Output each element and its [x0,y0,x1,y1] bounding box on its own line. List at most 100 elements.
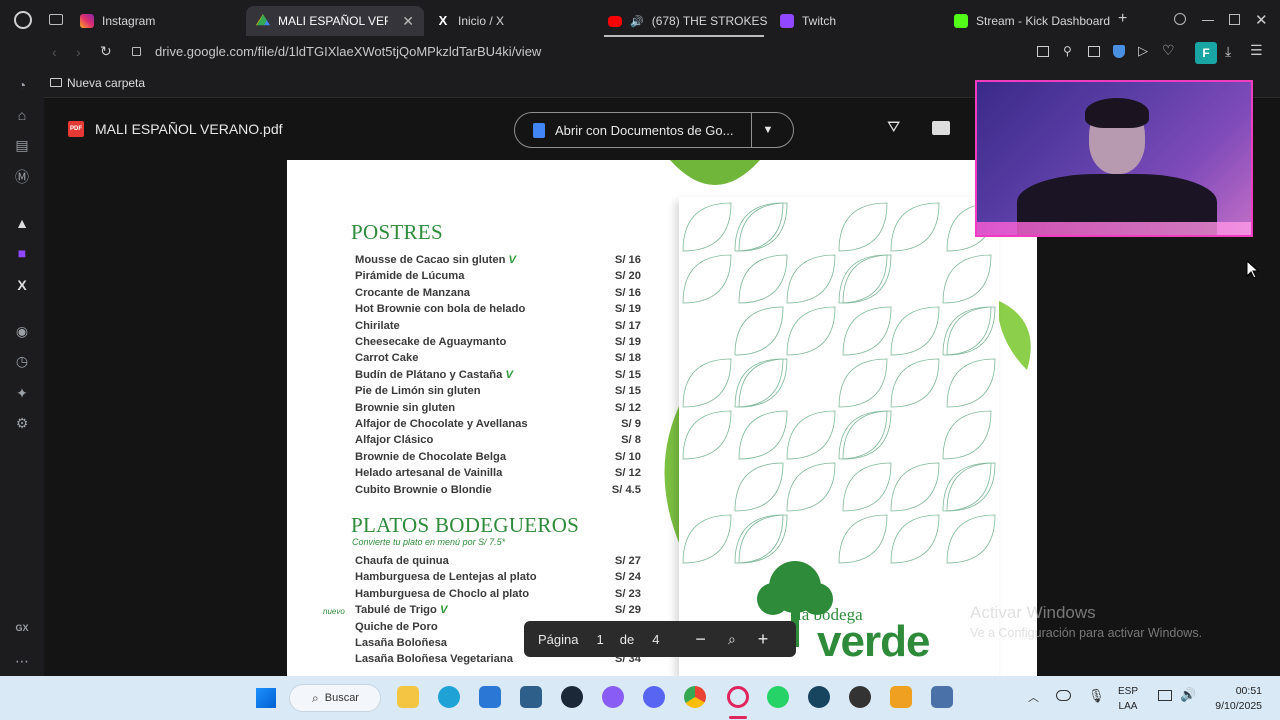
speed-dial-icon[interactable]: ◔ [13,76,31,94]
shield-icon[interactable] [1113,45,1125,58]
page-navigator: Página 1 de 4 − ⌕ + [524,621,796,657]
language-bottom: LAA [1118,701,1138,712]
calculator-icon[interactable] [931,686,953,708]
leaf-decoration-right [997,300,1031,370]
leaf-outline [682,254,732,304]
split-view-icon[interactable] [1037,46,1049,57]
zoom-out-icon[interactable]: − [695,629,706,650]
chevron-down-icon[interactable]: ▼ [762,124,773,136]
tab-kick[interactable]: Stream - Kick Dashboard [944,6,1112,36]
volume-icon[interactable]: 🔊 [1180,687,1196,703]
leaf-outline [682,410,732,460]
tab-youtube[interactable]: 🔊 (678) THE STROKES [598,6,768,36]
windows-start-icon[interactable] [256,688,276,708]
opera-gx-icon[interactable] [727,686,749,708]
download-icon[interactable]: ⤓ [1225,43,1231,60]
clock[interactable]: 00:51 9/10/2025 [1206,684,1262,714]
leaf-outline [838,254,888,304]
pin-icon[interactable]: ⚲ [1063,44,1072,58]
network-cloud-icon[interactable] [1056,690,1071,701]
messenger-app-icon[interactable] [602,686,624,708]
tab-label: Stream - Kick Dashboard [976,14,1111,28]
app-icon-3[interactable] [890,686,912,708]
menu-item-name: Hamburguesa de Lentejas al plato [355,571,537,584]
whatsapp-icon[interactable] [767,686,789,708]
steam-icon[interactable] [561,686,583,708]
x-sidebar-icon[interactable]: X [13,276,31,294]
menu-item-name: Crocante de Manzana [355,286,471,299]
open-with-docs-button[interactable]: Abrir con Documentos de Go... ▼ [514,112,794,148]
settings-icon[interactable]: ⚙ [13,414,31,432]
messenger-icon[interactable]: Ⓜ [13,168,31,186]
extensions-icon[interactable]: ✦ [13,384,31,402]
add-to-drive-icon[interactable]: ⛛ [887,119,900,137]
language-indicator[interactable]: ESP LAA [1118,684,1138,714]
display-icon[interactable] [1158,690,1172,701]
menu-item-row: Brownie sin gluten S/ 12 [355,402,641,418]
steam-icon-2[interactable] [808,686,830,708]
search-tabs-icon[interactable] [1174,13,1186,25]
more-icon[interactable]: ⋯ [13,652,31,670]
tab-instagram[interactable]: Instagram [70,6,240,36]
file-explorer-icon[interactable] [397,686,419,708]
new-tab-button[interactable]: + [1118,10,1127,28]
aria-icon[interactable]: ⌂ [13,106,31,124]
opera-menu-icon[interactable] [14,11,32,29]
workspace-icon[interactable]: ▤ [13,136,31,154]
menu-item-name: Cubito Brownie o Blondie [355,483,492,496]
twitch-sidebar-icon[interactable]: ■ [13,244,31,262]
forward-icon[interactable]: › [76,44,81,60]
menu-item-price: S/ 29 [614,604,641,617]
leaf-outline [946,462,996,512]
tab-x-home[interactable]: X Inicio / X [426,6,596,36]
store-icon[interactable] [479,686,501,708]
tab-overview-icon[interactable] [49,14,63,25]
leaf-pattern [682,202,996,564]
send-icon[interactable]: ▷ [1138,43,1148,59]
discord-icon[interactable] [643,686,665,708]
edge-icon[interactable] [438,686,460,708]
snapshot-icon[interactable] [1088,46,1100,57]
app-icon-2[interactable] [849,686,871,708]
tab-google-drive[interactable]: MALI ESPAÑOL VERANO ✕ [246,6,424,36]
leaf-outline [942,410,992,460]
open-with-divider [751,112,753,148]
bookmark-folder-nueva-carpeta[interactable]: Nueva carpeta [67,76,145,90]
pdf-file-icon: PDF [68,121,84,137]
minimize-icon[interactable] [1202,20,1214,21]
menu-item-row: Alfajor Clásico S/ 8 [355,434,641,450]
reload-icon[interactable]: ↻ [100,43,112,60]
zoom-icon[interactable]: ⌕ [728,631,736,648]
restore-icon[interactable] [1229,14,1240,25]
print-icon[interactable] [932,121,950,135]
profile-avatar[interactable]: F [1195,42,1217,64]
gx-icon[interactable]: GX [13,619,31,637]
leaf-outline [786,462,836,512]
menu-item-row: Brownie de Chocolate Belga S/ 10 [355,451,641,467]
total-pages: 4 [652,631,660,647]
close-tab-icon[interactable]: ✕ [402,13,414,30]
taskbar-search[interactable]: ⌕ Buscar [289,684,381,712]
heart-icon[interactable]: ♡ [1162,42,1175,59]
zoom-in-icon[interactable]: + [758,629,769,650]
app-icon-1[interactable] [520,686,542,708]
current-page-input[interactable]: 1 [596,632,603,647]
history-icon[interactable]: ◷ [13,352,31,370]
tab-twitch[interactable]: Twitch [770,6,940,36]
back-icon[interactable]: ‹ [52,44,57,60]
close-window-icon[interactable]: ✕ [1255,11,1268,29]
menu-item-price: S/ 15 [614,385,641,398]
menu-item-price: S/ 9 [621,418,641,430]
easy-setup-icon[interactable]: ☰ [1250,42,1263,59]
microphone-icon[interactable]: 🎙 [1088,688,1105,704]
menu-item-row: Alfajor de Chocolate y Avellanas S/ 9 [355,418,641,434]
aria-ai-icon[interactable]: ▲ [13,214,31,232]
menu-item-row: Chaufa de quinua S/ 27 [355,555,641,571]
url-field[interactable]: drive.google.com/file/d/1ldTGIXlaeXWot5t… [155,44,541,59]
show-hidden-icons[interactable]: ︿ [1028,689,1039,705]
menu-item-price: S/ 19 [614,303,641,316]
player-icon[interactable]: ◉ [13,322,31,340]
chrome-icon[interactable] [684,686,706,708]
windows-taskbar: ⌕ Buscar ︿ 🎙 ESP LAA 🔊 00:51 9/10/2025 [0,676,1280,720]
leaf-outline [842,462,892,512]
